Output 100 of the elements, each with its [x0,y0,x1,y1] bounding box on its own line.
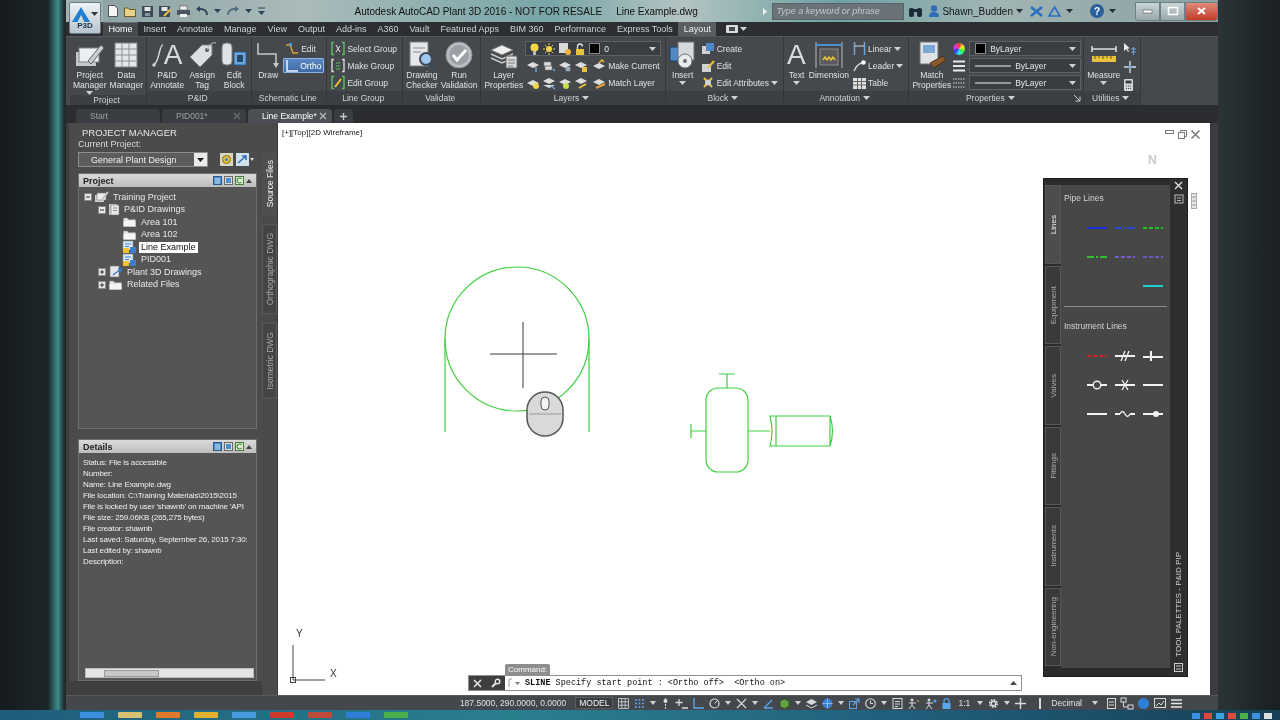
wave-line-icon[interactable] [1115,409,1135,418]
caret-icon[interactable] [792,81,800,85]
taskbar-app-icon[interactable] [118,710,142,718]
ribbon-tab[interactable]: Insert [138,22,172,36]
caret-icon[interactable] [977,701,984,705]
layer-sheets-icon[interactable] [543,59,557,72]
help-button[interactable]: ? [1090,4,1104,18]
ribbon-button[interactable]: Project Manager [72,40,108,95]
caret-icon[interactable] [214,9,221,13]
ribbon-tab[interactable]: Manage [218,22,263,36]
line-swatch-icon[interactable] [1143,255,1163,258]
caret-icon[interactable] [838,701,845,705]
ribbon-small-button[interactable]: Linear [850,41,907,56]
caret-icon[interactable] [1069,63,1077,68]
panel-title-bar[interactable]: Utilities [1084,91,1141,105]
tree-item[interactable]: Line Example [139,241,198,253]
line-swatch-icon[interactable] [1115,255,1135,258]
units-dropdown[interactable]: Decimal [1031,697,1102,709]
ribbon-small-button[interactable]: Create [698,41,782,56]
grid-icon[interactable] [618,697,630,709]
layer-square-icon[interactable] [575,59,589,72]
caret-icon[interactable] [1122,96,1130,100]
square-tile-icon[interactable] [224,442,233,451]
ribbon-button[interactable]: Insert [667,40,698,85]
caret-icon[interactable] [1066,9,1073,13]
caret-icon[interactable] [725,701,732,705]
maximize-button[interactable] [1160,1,1185,21]
palette-tab[interactable]: Instruments [1045,507,1061,586]
square-tile-icon[interactable] [224,176,233,185]
clock-icon[interactable] [865,697,877,709]
ribbon-tab[interactable]: View [262,22,293,36]
caret-icon[interactable] [1100,81,1108,85]
ribbon-button[interactable]: Dimension [807,40,850,80]
refresh-icon[interactable] [235,176,244,185]
caret-icon[interactable] [740,27,748,31]
close-button[interactable] [1185,1,1218,21]
ribbon-button[interactable]: Data Manager [108,40,145,90]
expand-toggle-icon[interactable] [84,193,92,202]
ribbon-small-button[interactable]: Edit [283,41,325,56]
solid-line-icon[interactable] [1143,383,1163,386]
cross-line-icon[interactable] [1115,379,1135,390]
ribbon-small-button[interactable]: Leader [850,58,907,73]
caret-icon[interactable] [731,96,739,100]
expand-toggle-icon[interactable] [98,268,106,277]
collapse-caret-icon[interactable] [246,444,252,449]
ribbon-small-button[interactable]: Make Current [591,58,663,73]
horizontal-scrollbar[interactable] [85,668,254,678]
ribbon-tab[interactable]: Featured Apps [434,22,505,36]
ribbon-button[interactable]: A P&ID Annotate [149,40,186,90]
arrow-box-icon[interactable] [849,697,861,709]
search-field[interactable]: Type a keyword or phrase [772,2,905,20]
right-angle-icon[interactable] [693,697,705,709]
caret-icon[interactable] [1004,701,1011,705]
undo-icon[interactable] [196,6,208,16]
caret-icon[interactable] [650,701,657,705]
caret-icon[interactable] [896,63,904,68]
palette-tab[interactable]: Equipment [1045,265,1061,344]
window-chart-icon[interactable] [1154,698,1166,708]
dial-icon[interactable] [709,697,721,709]
floppy-pencil-icon[interactable] [159,5,171,17]
point-cross-icon[interactable] [1124,61,1137,73]
side-tab[interactable]: Orthographic DWG [262,224,277,315]
ring-tile-icon[interactable] [220,153,233,166]
panel-title-bar[interactable]: Line Group [327,91,403,105]
blank-sheet-icon[interactable] [107,5,118,17]
tick-line-icon[interactable] [1143,350,1163,361]
binoculars-icon[interactable] [909,5,923,17]
taskbar-app-icon[interactable] [194,710,218,718]
ribbon-small-button[interactable]: Edit Attributes [698,75,782,90]
redo-icon[interactable] [227,6,239,16]
ribbon-small-button[interactable]: Edit [698,58,782,73]
sheet-list-icon[interactable] [1107,697,1116,709]
caret-icon[interactable] [582,96,590,100]
ribbon-small-button[interactable]: Table [850,75,907,90]
figure-icon[interactable] [908,697,921,709]
globe-icon[interactable] [822,697,834,709]
caret-icon[interactable] [752,701,759,705]
printer-icon[interactable] [177,5,190,17]
tree-item[interactable]: Area 102 [139,229,180,241]
collapse-caret-icon[interactable] [246,178,252,183]
cross-lines-icon[interactable] [736,697,748,709]
minimize-button[interactable] [1135,1,1160,21]
new-tab-button[interactable] [334,109,353,123]
sheet-list-icon[interactable] [892,697,904,709]
sheet-arrow-icon[interactable] [236,153,254,166]
ribbon-button[interactable]: Edit Block [219,40,250,90]
layer-stroke-icon[interactable] [575,76,589,89]
caret-icon[interactable] [771,80,779,85]
angle-icon[interactable] [763,697,775,709]
ribbon-button[interactable]: Run Validation [439,40,479,90]
annotation-scale-button[interactable]: 1:1 [956,698,973,708]
drawing-canvas[interactable] [278,123,1210,695]
expand-toggle-icon[interactable] [98,280,106,289]
panel-title-bar[interactable]: Annotation [784,91,909,105]
solid-line-icon[interactable] [1087,412,1107,415]
ribbon-small-button[interactable]: Match Layer [591,75,658,90]
panel-title-bar[interactable]: P&ID [147,91,252,105]
ribbon-small-button[interactable]: Edit Group [329,75,401,90]
folder-icon[interactable] [124,5,136,17]
menu-icon[interactable] [1171,698,1182,708]
